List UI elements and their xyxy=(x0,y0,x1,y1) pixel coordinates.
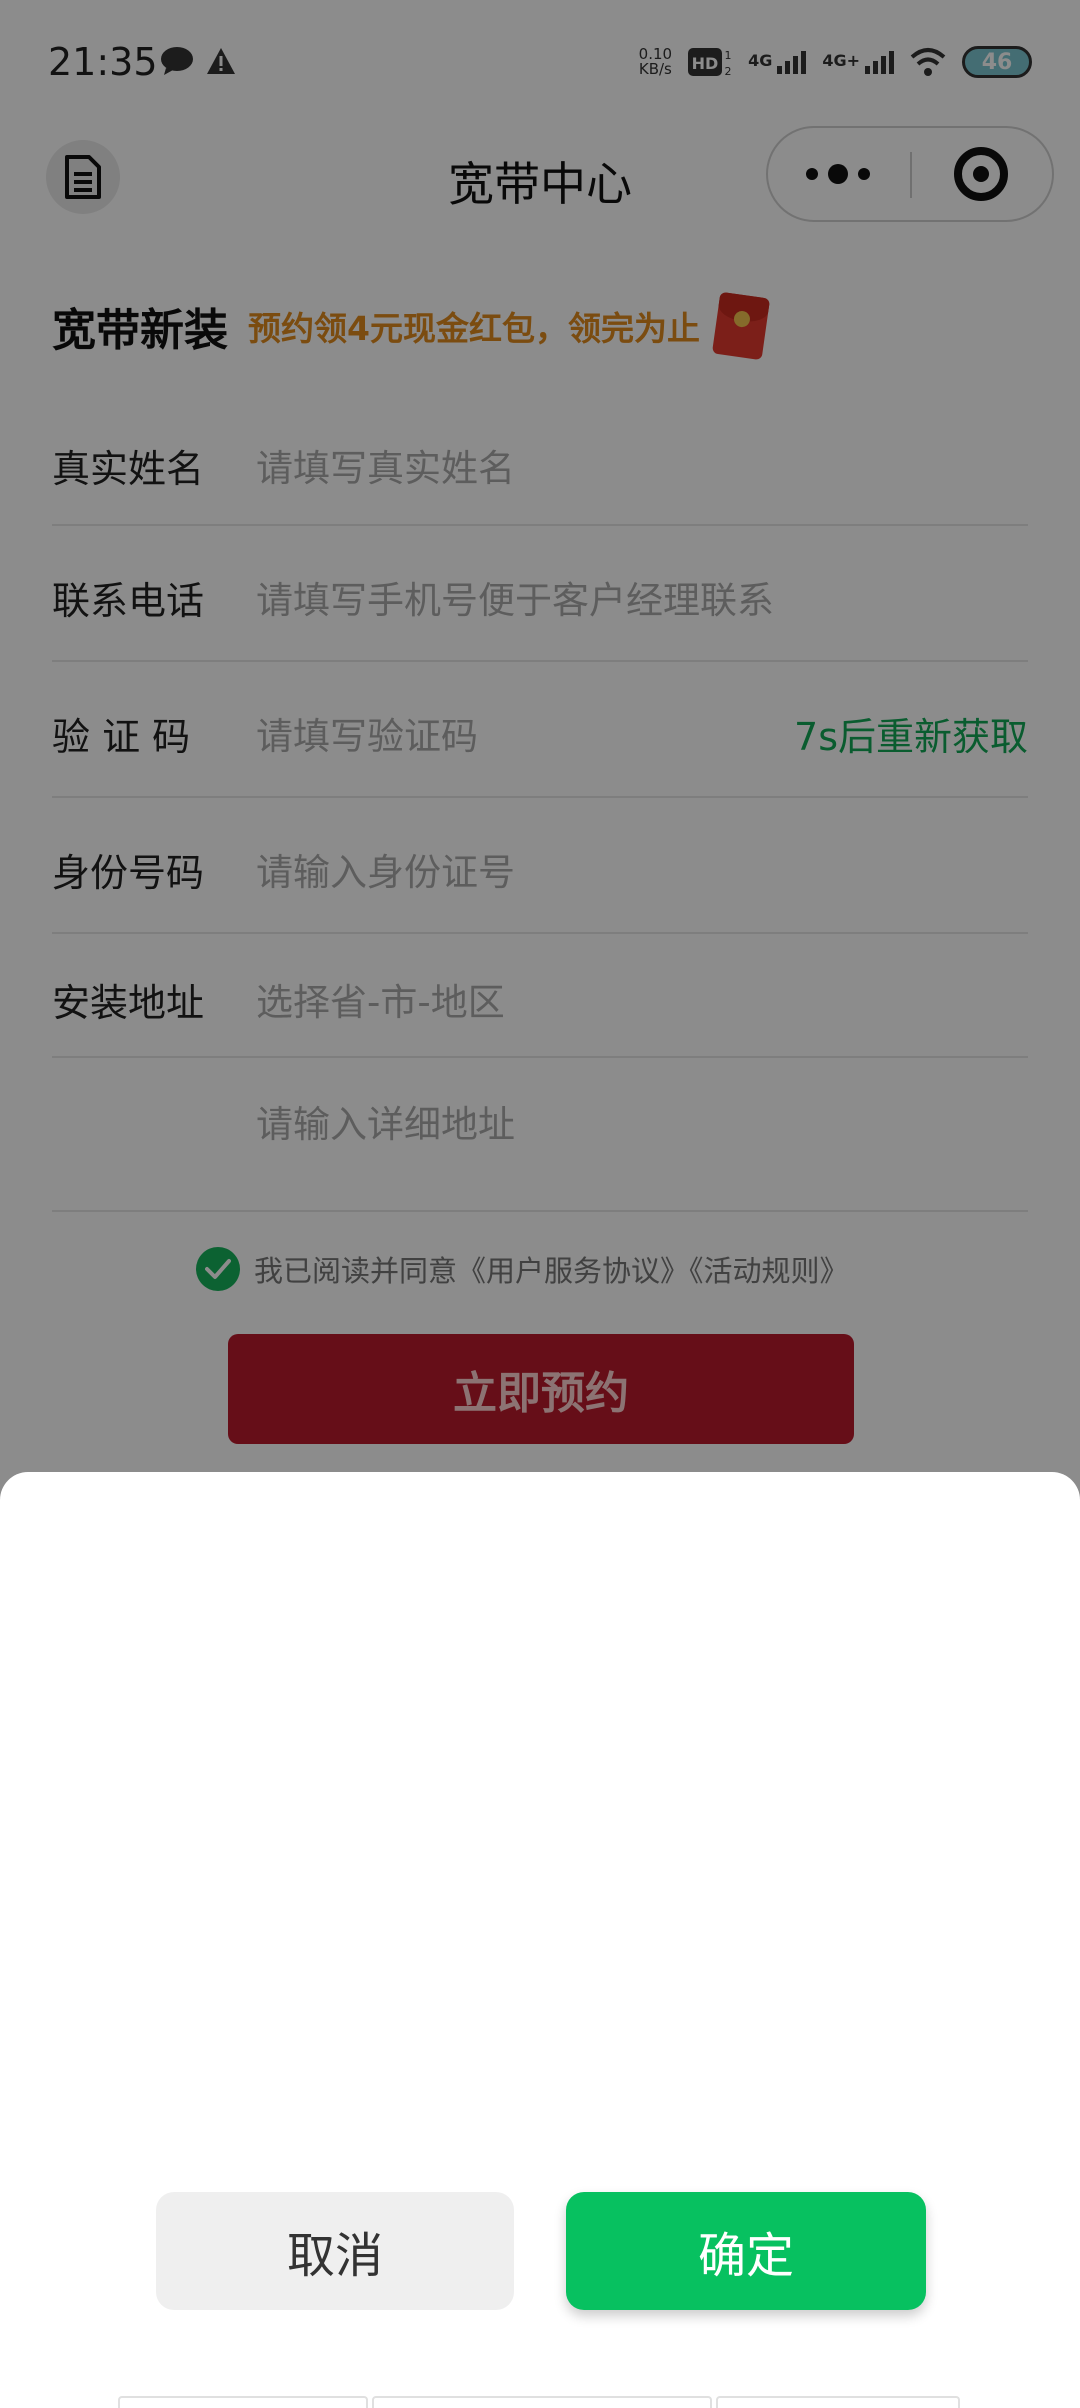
cancel-button[interactable]: 取消 xyxy=(156,2192,514,2310)
confirm-button[interactable]: 确定 xyxy=(566,2192,926,2310)
app-root: 21:35 0.10 KB/s HD 1 2 4G 4G+ 46 宽带中心 宽带… xyxy=(0,0,1080,2408)
region-picker-sheet: 取消 确定 xyxy=(0,1472,1080,2408)
picker-columns-edge xyxy=(118,2396,960,2408)
